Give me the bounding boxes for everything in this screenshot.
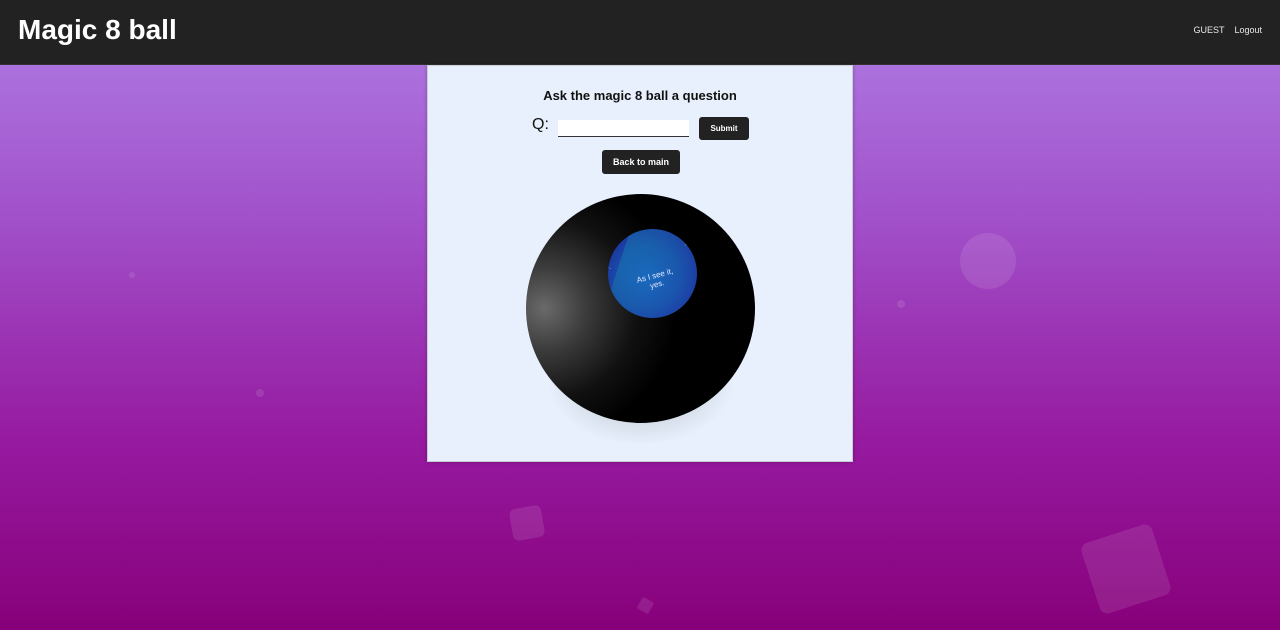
card-heading: Ask the magic 8 ball a question xyxy=(543,88,737,103)
background-dot xyxy=(129,272,135,278)
background-bubble xyxy=(960,233,1016,289)
answer-fragment-left: ... xyxy=(608,262,614,271)
background-dot xyxy=(256,389,264,397)
background-square xyxy=(636,596,655,615)
app-title: Magic 8 ball xyxy=(18,14,177,45)
username-label: GUEST xyxy=(1193,25,1225,35)
question-card: Ask the magic 8 ball a question Q: Submi… xyxy=(427,65,853,462)
logout-link[interactable]: Logout xyxy=(1234,25,1262,35)
question-label: Q: xyxy=(532,116,549,133)
background-dot xyxy=(897,300,905,308)
user-nav: GUEST Logout xyxy=(1193,25,1262,35)
submit-button[interactable]: Submit xyxy=(699,117,749,140)
magic-8-ball: ... ... As I see it, yes. xyxy=(526,194,755,423)
question-input[interactable] xyxy=(558,120,689,137)
answer-window: ... ... As I see it, yes. xyxy=(608,229,697,318)
top-bar: Magic 8 ball GUEST Logout xyxy=(0,0,1280,65)
back-to-main-button[interactable]: Back to main xyxy=(602,150,680,174)
background-square xyxy=(1079,522,1173,616)
background-square xyxy=(508,504,546,542)
